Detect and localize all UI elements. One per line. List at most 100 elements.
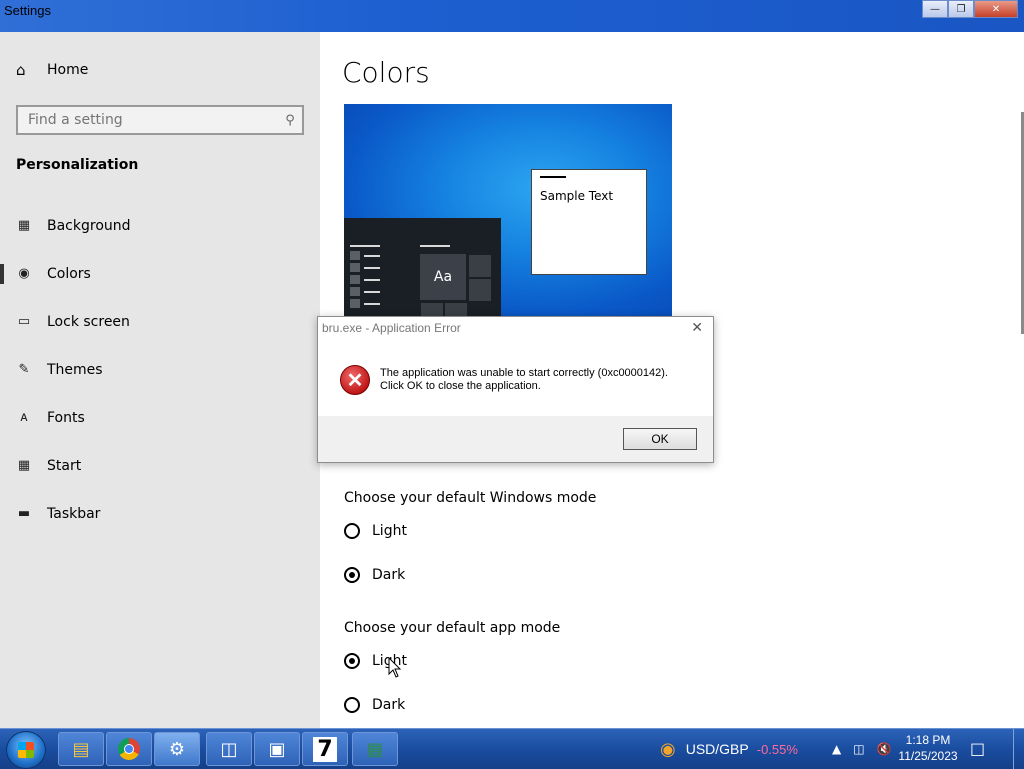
ok-button[interactable]: OK — [623, 428, 697, 450]
window-controls: — ❐ ✕ — [922, 0, 1018, 20]
minimize-button[interactable]: — — [922, 0, 948, 18]
system-tray: ▲ ◫ 🔇 — [826, 729, 898, 769]
preview-line — [364, 291, 380, 293]
preview-line — [364, 279, 380, 281]
taskbar: ▤ ⚙ ◫ ▣ 7 ▦ ◉ USD/GBP -0.55% ▲ ◫ 🔇 1:18 … — [0, 728, 1024, 769]
sidebar-item-label: Start — [47, 458, 82, 474]
windows-logo-icon — [18, 742, 34, 758]
taskbar-installer[interactable]: ▣ — [254, 732, 300, 766]
system-clock[interactable]: 1:18 PM 11/25/2023 — [896, 732, 960, 764]
preview-line — [364, 255, 380, 257]
sidebar-item-label: Lock screen — [47, 314, 130, 330]
preview-square — [350, 287, 360, 296]
show-hidden-icons-icon[interactable]: ▲ — [832, 742, 841, 756]
error-icon: ✕ — [340, 365, 370, 395]
window-title: Settings — [4, 3, 51, 18]
preview-line — [350, 245, 380, 247]
dialog-close-icon[interactable]: ✕ — [691, 319, 703, 336]
nav-list: ▦ Background ◉ Colors ▭ Lock screen ✎ Th… — [0, 202, 320, 538]
dialog-message-line2: Click OK to close the application. — [380, 380, 541, 392]
radio-circle[interactable] — [344, 523, 360, 539]
dialog-title: bru.exe - Application Error — [322, 321, 461, 335]
sidebar-item-label: Background — [47, 218, 131, 234]
start-icon: ▦ — [17, 458, 31, 473]
preview-tile — [468, 254, 492, 278]
page-title: Colors — [342, 56, 430, 89]
section-title: Personalization — [16, 157, 139, 173]
currency-widget[interactable]: ◉ USD/GBP -0.55% — [660, 729, 798, 769]
volume-muted-icon[interactable]: 🔇 — [877, 742, 892, 756]
palette-icon: ◉ — [18, 266, 30, 281]
settings-icon: ⚙ — [168, 738, 186, 760]
taskbar-excel[interactable]: ▦ — [352, 732, 398, 766]
search-box[interactable]: ⚲ — [16, 105, 304, 135]
sidebar-item-lock-screen[interactable]: ▭ Lock screen — [0, 298, 320, 346]
preview-square — [350, 275, 360, 284]
title-bar: Settings — ❐ ✕ — [0, 0, 1024, 32]
clock-date: 11/25/2023 — [898, 749, 958, 763]
sidebar-item-taskbar[interactable]: ▬ Taskbar — [0, 490, 320, 538]
sidebar-item-start[interactable]: ▦ Start — [0, 442, 320, 490]
sidebar-item-label: Fonts — [47, 410, 85, 426]
coins-icon: ◉ — [660, 738, 676, 760]
home-icon: ⌂ — [16, 61, 26, 79]
search-icon[interactable]: ⚲ — [278, 113, 302, 128]
network-app-icon: ◫ — [220, 738, 238, 760]
preview-line — [420, 245, 450, 247]
dialog-message: The application was unable to start corr… — [380, 367, 668, 393]
windows-mode-label: Choose your default Windows mode — [344, 490, 597, 506]
file-explorer-icon: ▤ — [72, 738, 90, 760]
clock-time: 1:18 PM — [905, 733, 951, 747]
radio-label: Dark — [372, 697, 406, 713]
lock-screen-icon: ▭ — [17, 314, 31, 329]
picture-icon: ▦ — [17, 218, 31, 233]
notification-icon[interactable]: □ — [970, 739, 985, 758]
sidebar-item-fonts[interactable]: ᴀ Fonts — [0, 394, 320, 442]
preview-line — [364, 303, 380, 305]
taskbar-7zip[interactable]: 7 — [302, 732, 348, 766]
preview-tile-aa: Aa — [420, 254, 466, 300]
close-button[interactable]: ✕ — [974, 0, 1018, 18]
radio-label: Dark — [372, 567, 406, 583]
chrome-icon — [118, 738, 140, 760]
taskbar-chrome[interactable] — [106, 732, 152, 766]
theme-preview: Aa Sample Text — [344, 104, 672, 316]
radio-circle-selected[interactable] — [344, 567, 360, 583]
network-icon[interactable]: ◫ — [853, 742, 864, 756]
preview-sample-text: Sample Text — [540, 189, 614, 203]
currency-pair: USD/GBP — [685, 741, 749, 757]
search-input[interactable] — [18, 111, 278, 129]
radio-label: Light — [372, 523, 407, 539]
sidebar: ⌂ Home ⚲ Personalization ▦ Background ◉ … — [0, 32, 320, 728]
taskbar-icon: ▬ — [17, 506, 31, 521]
taskbar-network-app[interactable]: ◫ — [206, 732, 252, 766]
maximize-button[interactable]: ❐ — [948, 0, 974, 18]
windows-mode-dark-radio[interactable]: Dark — [344, 567, 405, 583]
dialog-footer: OK — [318, 416, 713, 462]
sidebar-item-background[interactable]: ▦ Background — [0, 202, 320, 250]
preview-tile — [444, 302, 468, 316]
taskbar-file-explorer[interactable]: ▤ — [58, 732, 104, 766]
taskbar-settings[interactable]: ⚙ — [154, 732, 200, 766]
preview-square — [350, 251, 360, 260]
home-label: Home — [47, 62, 89, 78]
sidebar-item-colors[interactable]: ◉ Colors — [0, 250, 320, 298]
installer-icon: ▣ — [268, 738, 286, 760]
excel-icon: ▦ — [366, 738, 384, 760]
home-nav-item[interactable]: ⌂ Home — [16, 62, 88, 78]
radio-circle-selected[interactable] — [344, 653, 360, 669]
preview-tile — [468, 278, 492, 302]
windows-mode-light-radio[interactable]: Light — [344, 523, 407, 539]
preview-start-menu: Aa — [344, 218, 501, 316]
app-mode-dark-radio[interactable]: Dark — [344, 697, 405, 713]
show-desktop-button[interactable] — [1013, 729, 1024, 769]
preview-square — [350, 299, 360, 308]
start-button[interactable] — [6, 731, 46, 769]
sidebar-item-label: Taskbar — [47, 506, 101, 522]
currency-change: -0.55% — [756, 741, 798, 757]
preview-tile — [420, 302, 444, 316]
sidebar-item-label: Colors — [47, 266, 91, 282]
radio-circle[interactable] — [344, 697, 360, 713]
sidebar-item-themes[interactable]: ✎ Themes — [0, 346, 320, 394]
error-dialog: bru.exe - Application Error ✕ ✕ The appl… — [317, 316, 714, 463]
